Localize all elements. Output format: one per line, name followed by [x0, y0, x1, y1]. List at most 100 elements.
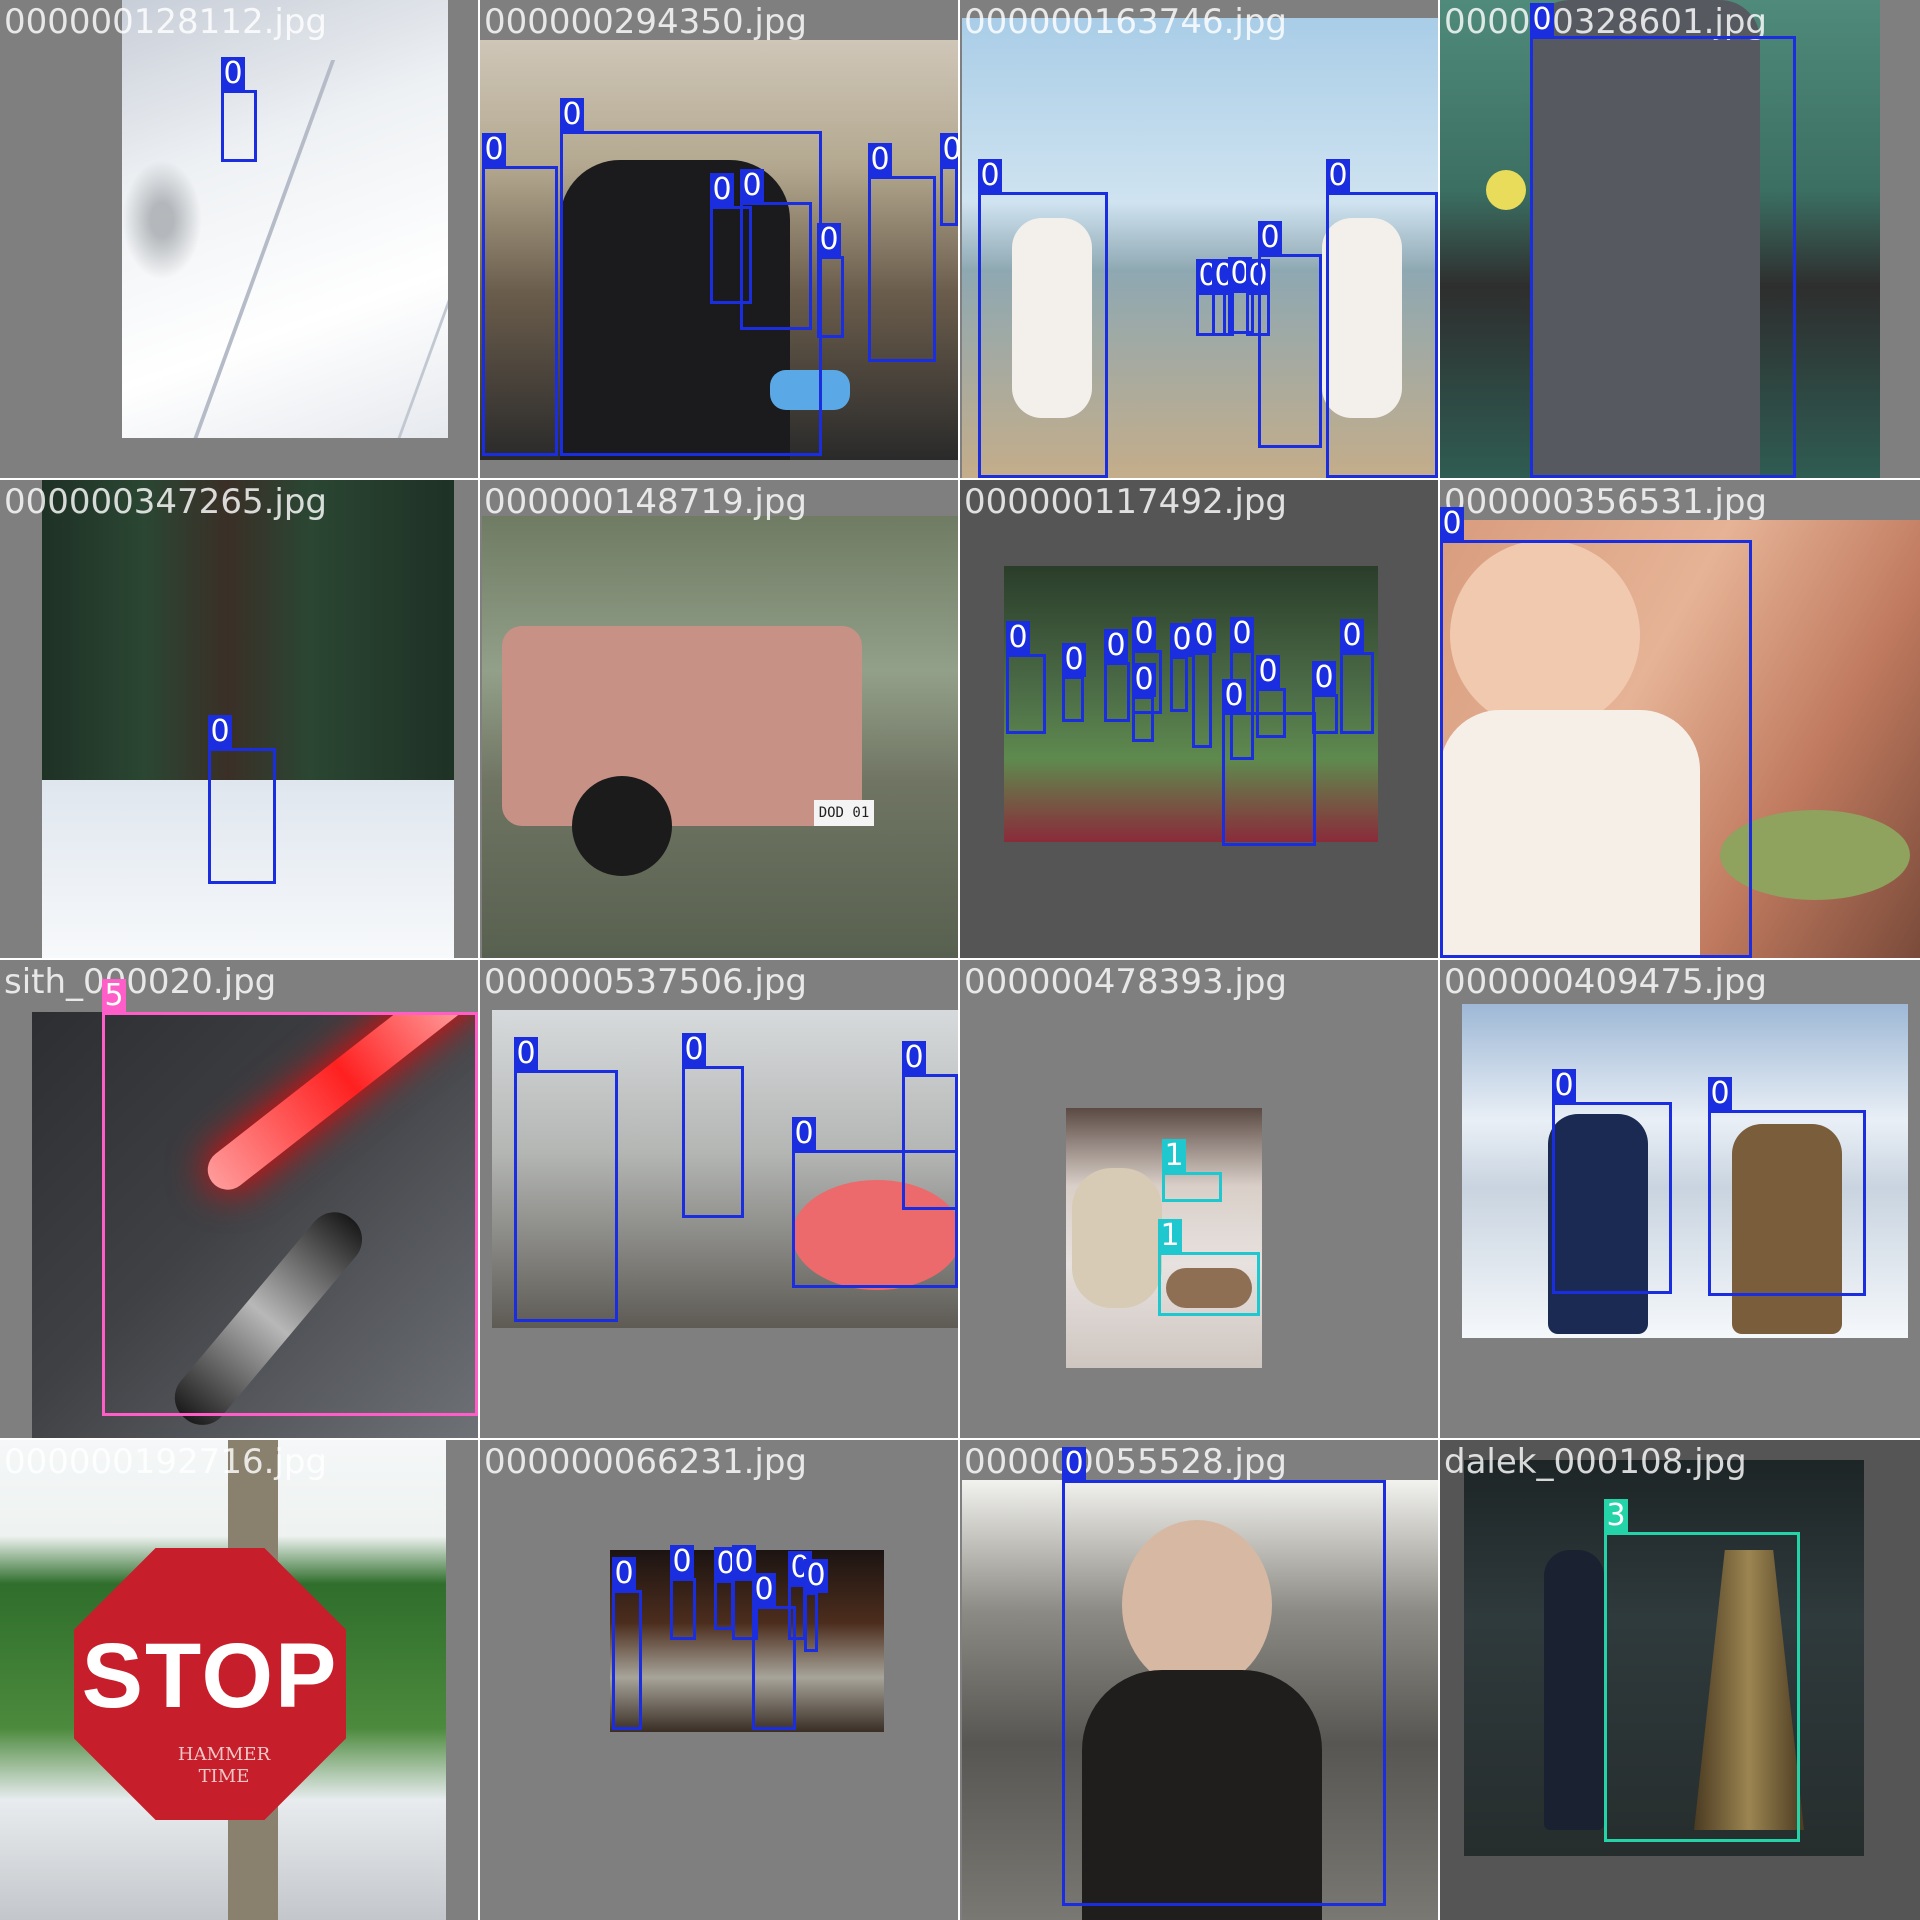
tile-16: dalek_000108.jpg 3	[1440, 1440, 1920, 1920]
class-label: 0	[1530, 3, 1554, 37]
class-label: 1	[1162, 1139, 1186, 1173]
tile-11: 000000478393.jpg 1 1	[960, 960, 1438, 1438]
class-label: 0	[1258, 221, 1282, 255]
detection-box: 0	[670, 1545, 696, 1640]
stop-sign-text: STOP	[81, 1625, 339, 1727]
filename-label: 000000148719.jpg	[484, 482, 807, 522]
class-label: 0	[1222, 679, 1246, 713]
class-label: 0	[817, 223, 841, 257]
tile-3: 000000163746.jpg 0 0 0 0 0 0 0	[960, 0, 1438, 478]
detection-box: 0	[868, 143, 936, 362]
tile-15: 000000055528.jpg 0	[960, 1440, 1438, 1920]
class-label: 0	[1170, 623, 1194, 657]
class-label: 0	[940, 133, 958, 167]
tile-10: 000000537506.jpg 0 0 0 0	[480, 960, 958, 1438]
detection-box: 3	[1604, 1499, 1800, 1842]
class-label: 0	[1006, 621, 1030, 655]
filename-label: 000000537506.jpg	[484, 962, 807, 1002]
filename-label: 000000066231.jpg	[484, 1442, 807, 1482]
detection-box: 0	[817, 223, 844, 338]
forest-snow-photo	[42, 480, 454, 958]
detection-box: 1	[1158, 1219, 1260, 1316]
detection-box: 0	[208, 715, 276, 884]
class-label: 0	[804, 1559, 828, 1593]
detection-box: 0	[740, 169, 812, 330]
filename-label: 000000294350.jpg	[484, 2, 807, 42]
mosaic-grid: 000000128112.jpg 0 000000294350.jpg 0 0 …	[0, 0, 1920, 1920]
class-label: 0	[1326, 159, 1350, 193]
detection-box: 0	[1552, 1069, 1672, 1294]
filename-label: 000000128112.jpg	[4, 2, 327, 42]
detection-box: 0	[612, 1557, 642, 1730]
filename-label: dalek_000108.jpg	[1444, 1442, 1747, 1482]
tile-5: 000000347265.jpg 0	[0, 480, 478, 958]
filename-label: 000000055528.jpg	[964, 1442, 1287, 1482]
detection-box: 0	[978, 159, 1108, 478]
detection-box: 0	[1340, 619, 1374, 734]
detection-box: 0	[940, 133, 958, 226]
tile-12: 000000409475.jpg 0 0	[1440, 960, 1920, 1438]
class-label: 5	[102, 979, 126, 1013]
class-label: 0	[1104, 629, 1128, 663]
class-label: 0	[208, 715, 232, 749]
filename-label: 000000117492.jpg	[964, 482, 1287, 522]
filename-label: 000000356531.jpg	[1444, 482, 1767, 522]
graffiti-text: HAMMER TIME	[177, 1744, 271, 1787]
detection-box: 0	[714, 1547, 738, 1630]
license-plate: DOD 01	[814, 800, 874, 826]
pickup-truck-photo: DOD 01	[482, 516, 958, 958]
filename-label: 000000478393.jpg	[964, 962, 1287, 1002]
class-label: 0	[482, 133, 506, 167]
detection-box: 0	[1062, 1447, 1386, 1906]
class-label: 0	[1552, 1069, 1576, 1103]
tile-4: 000000328601.jpg 0	[1440, 0, 1920, 478]
stop-sign-photo: STOP HAMMER TIME	[0, 1440, 446, 1920]
class-label: 0	[868, 143, 892, 177]
class-label: 0	[1312, 661, 1336, 695]
detection-box: 0	[1170, 623, 1194, 712]
class-label: 0	[752, 1573, 776, 1607]
filename-label: 000000409475.jpg	[1444, 962, 1767, 1002]
class-label: 0	[1192, 619, 1216, 653]
filename-label: 000000163746.jpg	[964, 2, 1287, 42]
tile-8: 000000356531.jpg 0	[1440, 480, 1920, 958]
tile-1: 000000128112.jpg 0	[0, 0, 478, 478]
filename-label: 000000347265.jpg	[4, 482, 327, 522]
class-label: 0	[221, 57, 245, 91]
detection-box: 0	[1192, 619, 1216, 748]
snow-trail-photo	[122, 0, 448, 438]
tile-6: DOD 01 000000148719.jpg	[480, 480, 958, 958]
detection-box: 0	[1104, 629, 1130, 722]
class-label: 0	[1062, 1447, 1086, 1481]
class-label: 0	[902, 1041, 926, 1075]
class-label: 0	[1440, 507, 1464, 541]
tile-2: 000000294350.jpg 0 0 0 0 0 0 0	[480, 0, 958, 478]
class-label: 0	[514, 1037, 538, 1071]
class-label: 0	[710, 173, 734, 207]
tile-13: STOP HAMMER TIME 000000192716.jpg	[0, 1440, 478, 1920]
detection-box: 0	[1006, 621, 1046, 734]
detection-box: 1	[1162, 1139, 1222, 1202]
class-label: 0	[1062, 643, 1086, 677]
class-label: 0	[1132, 663, 1156, 697]
detection-box: 0	[682, 1033, 744, 1218]
detection-box: 0	[804, 1559, 828, 1652]
class-label: 0	[792, 1117, 816, 1151]
class-label: 0	[560, 98, 584, 132]
class-label: 0	[670, 1545, 694, 1579]
class-label: 0	[1340, 619, 1364, 653]
detection-box: 0	[1530, 3, 1796, 478]
class-label: 0	[740, 169, 764, 203]
tile-9: sith_000020.jpg 5	[0, 960, 478, 1438]
class-label: 0	[1132, 617, 1156, 651]
class-label: 0	[1230, 617, 1254, 651]
detection-box: 0	[1312, 661, 1338, 734]
tile-14: 000000066231.jpg 0 0 0 0 0 0 0	[480, 1440, 958, 1920]
detection-box: 0	[1440, 507, 1752, 958]
detection-box: 0	[1326, 159, 1438, 478]
detection-box: 0	[514, 1037, 618, 1322]
detection-box: 5	[102, 979, 478, 1416]
detection-box: 0	[1062, 643, 1086, 722]
class-label: 1	[1158, 1219, 1182, 1253]
stop-sign: STOP HAMMER TIME	[74, 1548, 346, 1820]
